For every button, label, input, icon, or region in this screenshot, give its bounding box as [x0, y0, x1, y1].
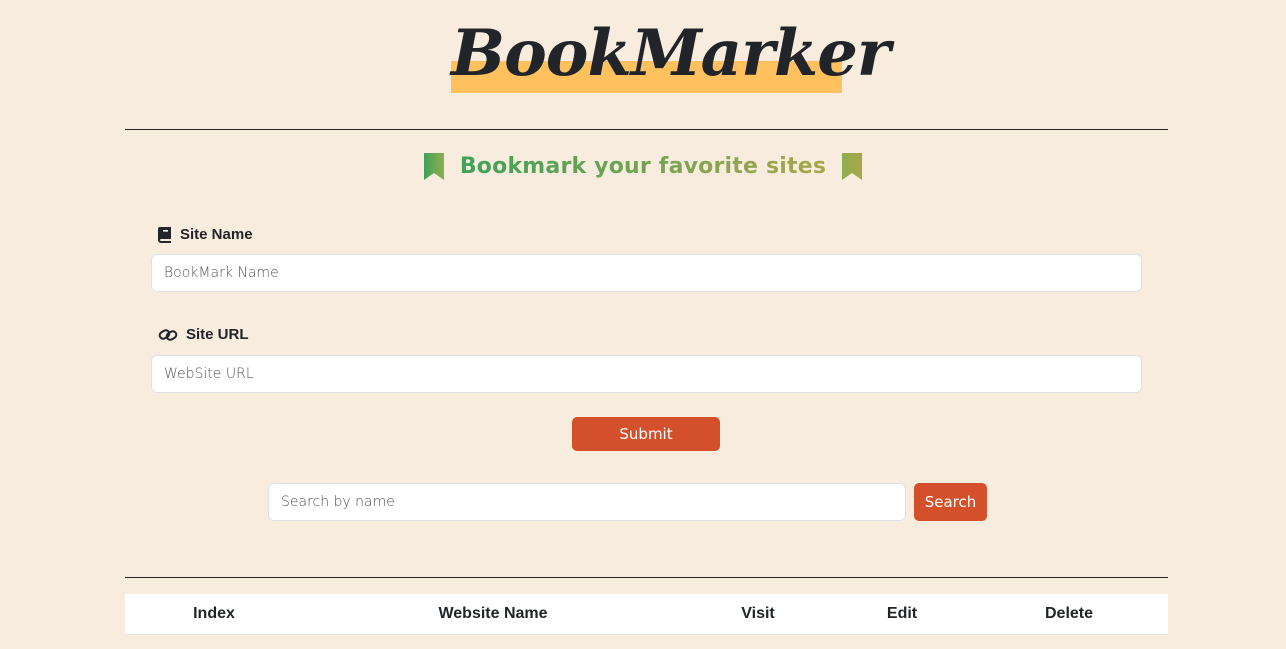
logo-text: BookMarker	[451, 16, 891, 91]
bottom-divider	[125, 577, 1168, 578]
site-name-label: Site Name	[158, 226, 253, 243]
column-header-edit: Edit	[886, 605, 918, 622]
site-name-input[interactable]: BookMark Name	[151, 254, 1142, 292]
column-header-visit: Visit	[741, 605, 775, 622]
column-header-delete: Delete	[1044, 605, 1094, 622]
site-name-label-text: Site Name	[180, 226, 253, 243]
site-url-input[interactable]: WebSite URL	[151, 355, 1142, 393]
bookmark-ribbon-icon	[842, 152, 863, 180]
subtitle-text: Bookmark your favorite sites	[459, 153, 827, 179]
logo: BookMarker	[451, 12, 891, 93]
site-url-label-text: Site URL	[186, 326, 249, 343]
book-icon	[158, 226, 171, 243]
site-url-label: Site URL	[158, 326, 249, 343]
bookmarks-table-header: Index Website Name Visit Edit Delete	[125, 594, 1168, 635]
top-divider	[125, 129, 1168, 130]
search-input[interactable]: Search by name	[268, 483, 906, 521]
form-subtitle: Bookmark your favorite sites	[0, 148, 1286, 184]
bookmark-ribbon-icon	[423, 152, 444, 180]
search-button[interactable]: Search	[914, 483, 987, 521]
column-header-index: Index	[193, 605, 235, 622]
column-header-website-name: Website Name	[438, 605, 548, 622]
link-icon	[158, 328, 178, 341]
submit-button[interactable]: Submit	[572, 417, 720, 451]
